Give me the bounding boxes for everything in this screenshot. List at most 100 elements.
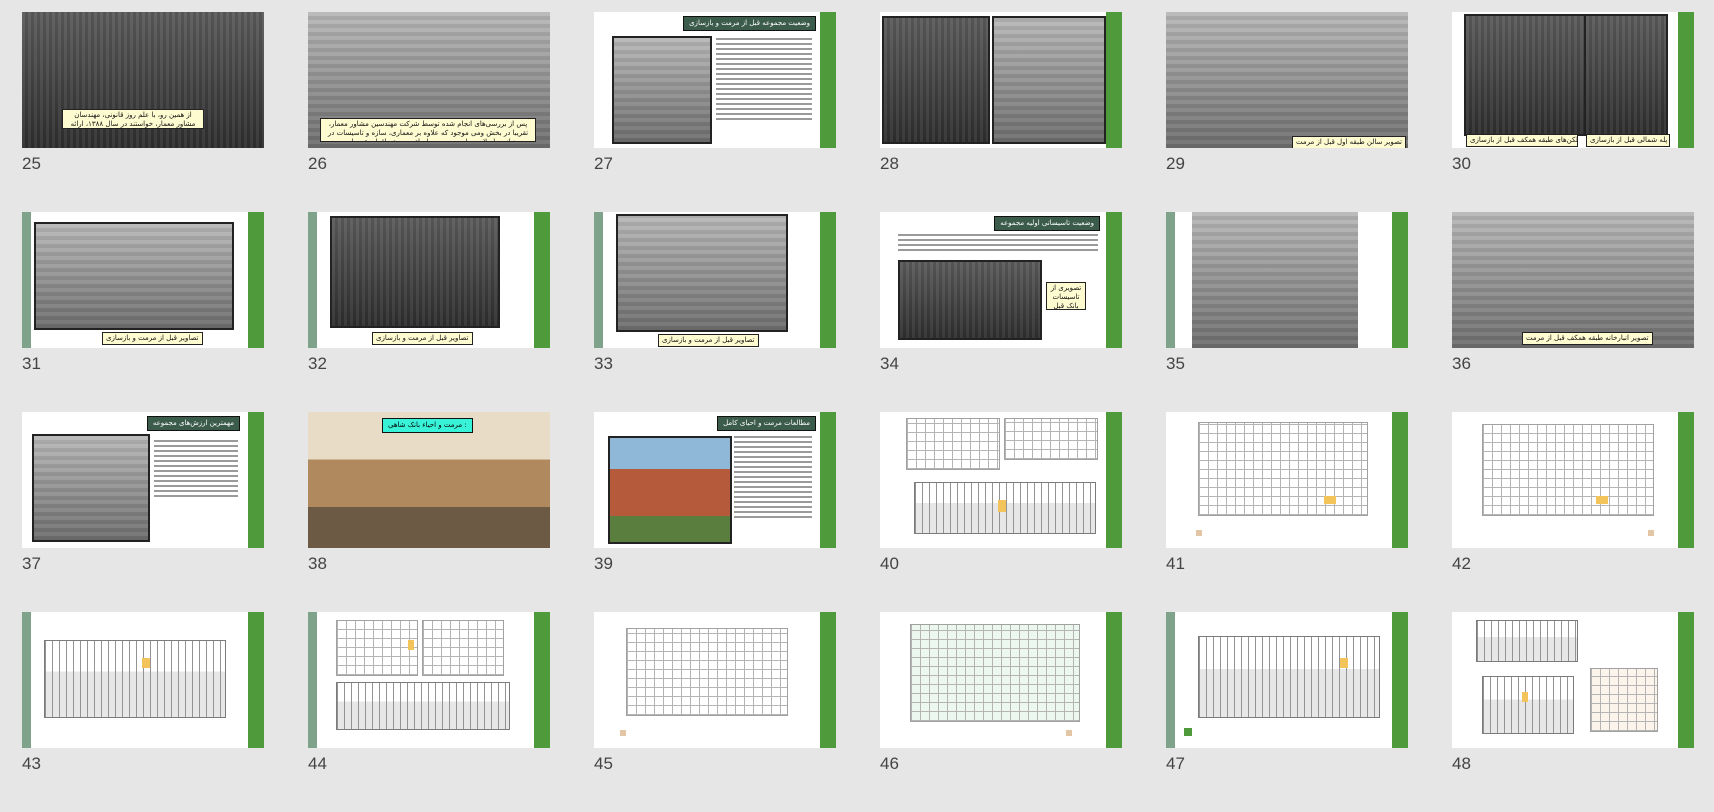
slide-number: 31 [22, 354, 41, 373]
slide-preview: تصاویر قبل از مرمت و بازسازی [308, 212, 550, 348]
slide-thumbnail-40[interactable]: 40 [880, 412, 1122, 612]
slide-thumbnail-33[interactable]: تصاویر قبل از مرمت و بازسازی 33 [594, 212, 836, 412]
floor-plan-drawing [626, 628, 788, 716]
slide-side-bar [22, 212, 31, 348]
slide-preview [22, 612, 264, 748]
slide-caption: تصاویر قبل از مرمت و بازسازی [658, 334, 759, 347]
slide-thumbnail-28[interactable]: 28 [880, 12, 1122, 212]
slide-body-text [154, 440, 238, 500]
slide-thumbnail-44[interactable]: 44 [308, 612, 550, 812]
slide-preview: از همین رو، با علم روز قانونی، مهندسان م… [22, 12, 264, 148]
section-drawing [1482, 676, 1574, 734]
slide-thumbnail-27[interactable]: وضعیت مجموعه قبل از مرمت و بازسازی 27 [594, 12, 836, 212]
slide-thumbnail-31[interactable]: تصاویر قبل از مرمت و بازسازی 31 [22, 212, 264, 412]
slide-preview: مرمت و احیاء بانک شاهی : [308, 412, 550, 548]
archive-photo [612, 36, 712, 144]
slide-thumbnail-43[interactable]: 43 [22, 612, 264, 812]
highlight-marker [408, 640, 414, 650]
slide-caption: دید به راه پله شمالی قبل از بازسازی [1586, 134, 1670, 147]
slide-thumbnail-34[interactable]: وضعیت تاسیساتی اولیه مجموعه تصویری از تا… [880, 212, 1122, 412]
slide-accent-bar [1106, 612, 1122, 748]
slide-accent-bar [534, 612, 550, 748]
slide-number: 45 [594, 754, 613, 773]
slide-number: 39 [594, 554, 613, 573]
slide-caption: تصویر انبارخانه طبقه همکف قبل از مرمت [1522, 332, 1653, 345]
archive-photo [34, 222, 234, 330]
slide-thumbnail-30[interactable]: دید به بالکن‌های طبقه همکف قبل از بازساز… [1452, 12, 1694, 212]
slide-body-text [716, 38, 812, 123]
archive-photo [32, 434, 150, 542]
slide-thumbnail-35[interactable]: 35 [1166, 212, 1408, 412]
slide-accent-bar [1678, 412, 1694, 548]
slide-thumbnail-38[interactable]: مرمت و احیاء بانک شاهی : 38 [308, 412, 550, 612]
archive-photo [992, 16, 1106, 144]
floor-plan-drawing [910, 624, 1080, 722]
slide-number: 47 [1166, 754, 1185, 773]
slide-thumbnail-42[interactable]: 42 [1452, 412, 1694, 612]
slide-title: وضعیت مجموعه قبل از مرمت و بازسازی [683, 16, 816, 31]
slide-number: 35 [1166, 354, 1185, 373]
archive-photo [616, 214, 788, 332]
legend-swatch [1066, 730, 1072, 736]
slide-thumbnail-48[interactable]: 48 [1452, 612, 1694, 812]
slide-accent-bar [248, 212, 264, 348]
archive-photo [1192, 212, 1358, 348]
archive-photo [1464, 14, 1592, 136]
slide-accent-bar [1106, 412, 1122, 548]
slide-body-text [734, 436, 812, 521]
slide-thumbnail-29[interactable]: تصویر سالن طبقه اول قبل از مرمت 29 [1166, 12, 1408, 212]
archive-photo [1584, 14, 1668, 136]
slide-thumbnail-41[interactable]: 41 [1166, 412, 1408, 612]
slide-preview: وضعیت تاسیساتی اولیه مجموعه تصویری از تا… [880, 212, 1122, 348]
slide-preview: تصاویر قبل از مرمت و بازسازی [22, 212, 264, 348]
slide-accent-bar [1106, 212, 1122, 348]
slide-thumbnail-46[interactable]: 46 [880, 612, 1122, 812]
slide-thumbnail-36[interactable]: تصویر انبارخانه طبقه همکف قبل از مرمت 36 [1452, 212, 1694, 412]
highlight-marker [142, 658, 150, 668]
floor-plan-drawing [336, 620, 418, 676]
slide-preview [1166, 412, 1408, 548]
slide-thumbnail-39[interactable]: مطالعات مرمت و احیای کامل 39 [594, 412, 836, 612]
slide-preview: پس از بررسی‌های انجام شده توسط شرکت مهند… [308, 12, 550, 148]
slide-side-bar [22, 612, 31, 748]
slide-caption: پس از بررسی‌های انجام شده توسط شرکت مهند… [320, 118, 536, 142]
slide-number: 48 [1452, 754, 1471, 773]
slide-number: 37 [22, 554, 41, 573]
slide-sorter-grid: از همین رو، با علم روز قانونی، مهندسان م… [22, 12, 1694, 812]
slide-thumbnail-32[interactable]: تصاویر قبل از مرمت و بازسازی 32 [308, 212, 550, 412]
slide-thumbnail-47[interactable]: 47 [1166, 612, 1408, 812]
archive-photo [1452, 212, 1694, 348]
slide-caption: تصاویر قبل از مرمت و بازسازی [372, 332, 473, 345]
slide-accent-bar [820, 212, 836, 348]
slide-accent-bar [820, 12, 836, 148]
section-drawing [336, 682, 510, 730]
slide-thumbnail-25[interactable]: از همین رو، با علم روز قانونی، مهندسان م… [22, 12, 264, 212]
slide-caption: تصویر سالن طبقه اول قبل از مرمت [1292, 136, 1406, 148]
section-drawing [1476, 620, 1578, 662]
slide-accent-bar [534, 212, 550, 348]
slide-thumbnail-26[interactable]: پس از بررسی‌های انجام شده توسط شرکت مهند… [308, 12, 550, 212]
highlight-marker [1340, 658, 1348, 668]
slide-accent-bar [1392, 412, 1408, 548]
slide-preview [880, 12, 1122, 148]
slide-accent-bar [1106, 12, 1122, 148]
slide-number: 42 [1452, 554, 1471, 573]
slide-thumbnail-37[interactable]: مهمترین ارزش‌های مجموعه 37 [22, 412, 264, 612]
highlight-marker [1324, 496, 1336, 504]
slide-number: 27 [594, 154, 613, 173]
slide-preview: تصاویر قبل از مرمت و بازسازی [594, 212, 836, 348]
slide-preview [594, 612, 836, 748]
elevation-drawing [44, 640, 226, 718]
slide-accent-bar [820, 612, 836, 748]
floor-plan-drawing [1590, 668, 1658, 732]
slide-preview: تصویر انبارخانه طبقه همکف قبل از مرمت [1452, 212, 1694, 348]
slide-thumbnail-45[interactable]: 45 [594, 612, 836, 812]
slide-number: 29 [1166, 154, 1185, 173]
slide-caption: تصاویر قبل از مرمت و بازسازی [102, 332, 203, 345]
slide-caption: از همین رو، با علم روز قانونی، مهندسان م… [62, 109, 204, 129]
archive-photo [330, 216, 500, 328]
floor-plan-drawing [422, 620, 504, 676]
highlight-marker [998, 500, 1006, 512]
slide-number: 38 [308, 554, 327, 573]
slide-preview [1166, 612, 1408, 748]
